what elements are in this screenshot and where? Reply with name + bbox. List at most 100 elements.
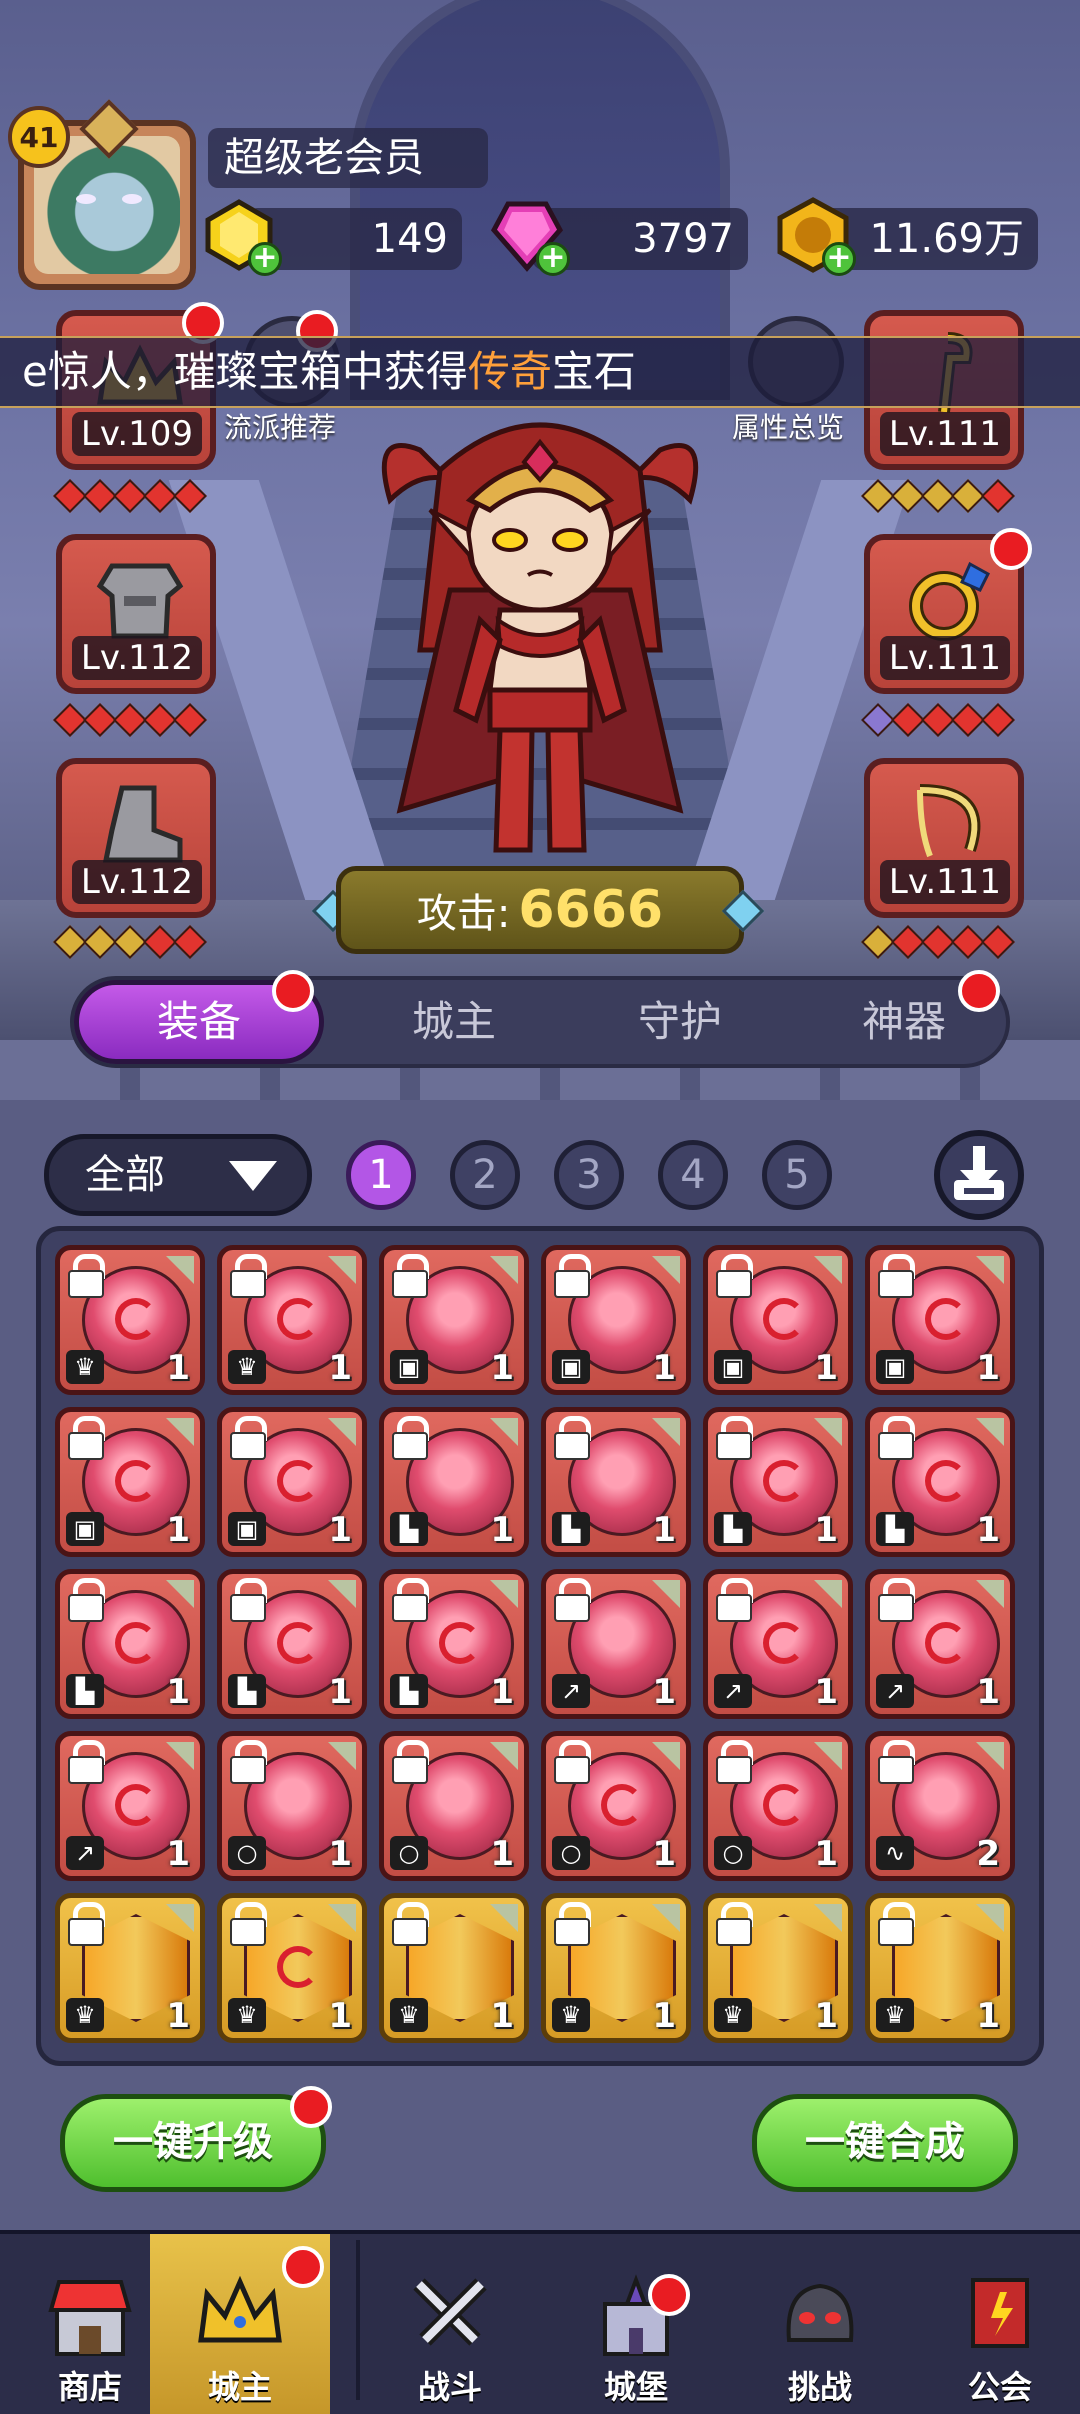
add-coin-button[interactable]: +: [822, 242, 856, 276]
gem-count: 1: [328, 1996, 352, 2036]
equip-slot-boots[interactable]: Lv.112: [56, 758, 216, 918]
gem-cell[interactable]: ▣ 1: [865, 1245, 1015, 1395]
gem-cell[interactable]: ↗ 1: [865, 1569, 1015, 1719]
filter-label: 全部: [85, 1152, 165, 1198]
download-button[interactable]: [934, 1130, 1024, 1220]
equip-level: Lv.109: [72, 412, 202, 456]
gem-cell[interactable]: ▣ 1: [703, 1245, 853, 1395]
lock-icon[interactable]: [876, 1902, 915, 1946]
coin-icon[interactable]: +: [774, 196, 856, 276]
corner-tag-icon: [166, 1904, 194, 1932]
page-button-1[interactable]: 1: [346, 1140, 416, 1210]
corner-tag-icon: [166, 1256, 194, 1284]
gem-cell[interactable]: ♛ 1: [541, 1893, 691, 2043]
gem-cell[interactable]: ▣ 1: [541, 1245, 691, 1395]
gem-cell[interactable]: ▙ 1: [379, 1407, 529, 1557]
merge-all-button[interactable]: 一键合成: [752, 2094, 1018, 2192]
gem-cell[interactable]: ▙ 1: [379, 1569, 529, 1719]
gem-cell[interactable]: ▙ 1: [865, 1407, 1015, 1557]
lock-icon[interactable]: [552, 1740, 591, 1784]
gem-cell[interactable]: ♛ 1: [865, 1893, 1015, 2043]
add-pink-gem-button[interactable]: +: [536, 242, 570, 276]
gem-cell[interactable]: ♛ 1: [217, 1245, 367, 1395]
equip-slot-armor[interactable]: Lv.112: [56, 534, 216, 694]
lock-icon[interactable]: [390, 1254, 429, 1298]
lock-icon[interactable]: [552, 1254, 591, 1298]
filter-dropdown[interactable]: 全部: [44, 1134, 312, 1216]
gem-cell[interactable]: ▣ 1: [217, 1407, 367, 1557]
gem-cell[interactable]: ↗ 1: [703, 1569, 853, 1719]
lock-icon[interactable]: [876, 1416, 915, 1460]
lock-icon[interactable]: [552, 1416, 591, 1460]
gem-cell[interactable]: ∿ 2: [865, 1731, 1015, 1881]
nav-label: 城主: [207, 2368, 272, 2406]
tab-guardian[interactable]: 守护: [590, 980, 770, 1064]
lock-icon[interactable]: [390, 1902, 429, 1946]
lock-icon[interactable]: [66, 1740, 105, 1784]
boots-slot-icon: ▙: [552, 1512, 590, 1546]
lock-icon[interactable]: [876, 1578, 915, 1622]
lock-icon[interactable]: [390, 1416, 429, 1460]
swirl-mark-icon: [277, 1622, 319, 1664]
staff-slot-icon: ↗: [876, 1674, 914, 1708]
gem-cell[interactable]: ▙ 1: [55, 1569, 205, 1719]
gem-cell[interactable]: ♛ 1: [379, 1893, 529, 2043]
gem-cell[interactable]: ↗ 1: [541, 1569, 691, 1719]
lock-icon[interactable]: [876, 1740, 915, 1784]
gem-cell[interactable]: ♛ 1: [55, 1893, 205, 2043]
lock-icon[interactable]: [714, 1416, 753, 1460]
add-gold-gem-button[interactable]: +: [248, 242, 282, 276]
gem-cell[interactable]: ▙ 1: [541, 1407, 691, 1557]
lock-icon[interactable]: [552, 1902, 591, 1946]
nav-guild[interactable]: 公会: [910, 2234, 1080, 2414]
gem-cell[interactable]: ♛ 1: [703, 1893, 853, 2043]
gem-cell[interactable]: ↗ 1: [55, 1731, 205, 1881]
lock-icon[interactable]: [390, 1740, 429, 1784]
lock-icon[interactable]: [228, 1902, 267, 1946]
gem-cell[interactable]: ♛ 1: [217, 1893, 367, 2043]
page-button-5[interactable]: 5: [762, 1140, 832, 1210]
gem-cell[interactable]: ○ 1: [703, 1731, 853, 1881]
boots-star-rating: [53, 925, 207, 960]
lock-icon[interactable]: [714, 1578, 753, 1622]
lock-icon[interactable]: [876, 1254, 915, 1298]
nav-castle[interactable]: 城堡: [546, 2234, 726, 2414]
lock-icon[interactable]: [552, 1578, 591, 1622]
lock-icon[interactable]: [228, 1740, 267, 1784]
pink-gem-icon[interactable]: +: [488, 196, 570, 276]
tab-lord[interactable]: 城主: [364, 980, 544, 1064]
upgrade-all-button[interactable]: 一键升级: [60, 2094, 326, 2192]
gem-cell[interactable]: ▙ 1: [217, 1569, 367, 1719]
page-button-2[interactable]: 2: [450, 1140, 520, 1210]
crown-slot-icon: ♛: [66, 1998, 104, 2032]
nav-battle[interactable]: 战斗: [360, 2234, 540, 2414]
gold-gem-icon[interactable]: +: [200, 196, 282, 276]
recommend-label[interactable]: 流派推荐: [224, 406, 336, 446]
attributes-label[interactable]: 属性总览: [732, 406, 844, 446]
hero-character[interactable]: [360, 390, 720, 890]
lock-icon[interactable]: [228, 1578, 267, 1622]
lock-icon[interactable]: [66, 1416, 105, 1460]
equip-slot-necklace[interactable]: Lv.111: [864, 758, 1024, 918]
page-button-3[interactable]: 3: [554, 1140, 624, 1210]
gem-cell[interactable]: ○ 1: [541, 1731, 691, 1881]
page-button-4[interactable]: 4: [658, 1140, 728, 1210]
gem-cell[interactable]: ▙ 1: [703, 1407, 853, 1557]
lock-icon[interactable]: [714, 1254, 753, 1298]
gem-cell[interactable]: ▣ 1: [379, 1245, 529, 1395]
lock-icon[interactable]: [228, 1254, 267, 1298]
lock-icon[interactable]: [66, 1254, 105, 1298]
lock-icon[interactable]: [714, 1740, 753, 1784]
nav-challenge[interactable]: 挑战: [730, 2234, 910, 2414]
gem-cell[interactable]: ○ 1: [379, 1731, 529, 1881]
ring-star-rating: [861, 703, 1015, 738]
lock-icon[interactable]: [714, 1902, 753, 1946]
gem-cell[interactable]: ▣ 1: [55, 1407, 205, 1557]
armor-icon: [96, 563, 184, 639]
lock-icon[interactable]: [228, 1416, 267, 1460]
lock-icon[interactable]: [390, 1578, 429, 1622]
lock-icon[interactable]: [66, 1578, 105, 1622]
gem-cell[interactable]: ♛ 1: [55, 1245, 205, 1395]
lock-icon[interactable]: [66, 1902, 105, 1946]
gem-cell[interactable]: ○ 1: [217, 1731, 367, 1881]
